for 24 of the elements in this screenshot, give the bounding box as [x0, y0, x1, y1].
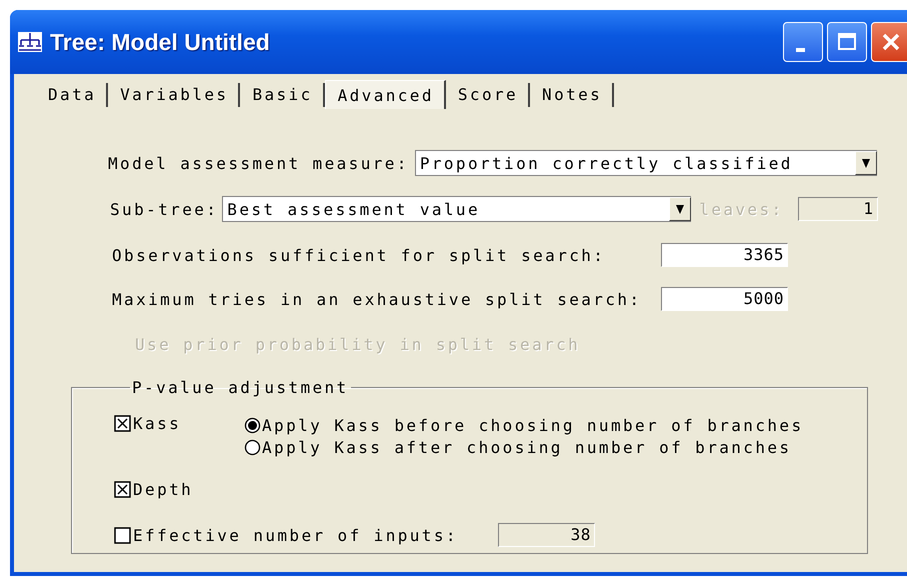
kass-checkbox[interactable]: Kass — [114, 414, 244, 433]
tab[interactable]: Advanced — [324, 80, 446, 109]
field-label: Model assessment measure: — [108, 154, 409, 172]
field-label: Maximum tries in an exhaustive split search: — [112, 290, 642, 308]
radio-option[interactable]: Apply Kass before choosing number of branches — [244, 414, 804, 436]
close-button[interactable] — [871, 22, 907, 62]
radio-option[interactable]: Apply Kass after choosing number of branches — [244, 436, 804, 458]
field-label: Observations sufficient for split search: — [112, 246, 606, 264]
depth-checkbox[interactable]: Depth — [114, 480, 244, 499]
assessment-dropdown[interactable]: Proportion correctly classified — [414, 150, 877, 176]
maximize-button[interactable] — [827, 22, 867, 62]
tab[interactable]: Notes — [530, 83, 614, 107]
minimize-icon — [796, 48, 804, 52]
tree-icon — [18, 32, 42, 52]
minimize-button[interactable] — [783, 22, 823, 62]
window-title: Tree: Model Untitled — [50, 28, 271, 56]
tab[interactable]: Variables — [108, 83, 240, 107]
number-field[interactable]: 5000 — [661, 287, 788, 311]
group-title: P-value adjustment — [131, 378, 350, 397]
field-label: Sub-tree: — [110, 200, 218, 218]
number-field[interactable]: 3365 — [661, 243, 788, 267]
tab[interactable]: Data — [36, 83, 108, 107]
tab[interactable]: Score — [446, 83, 530, 107]
subtree-dropdown[interactable]: Best assessment value — [222, 196, 692, 222]
